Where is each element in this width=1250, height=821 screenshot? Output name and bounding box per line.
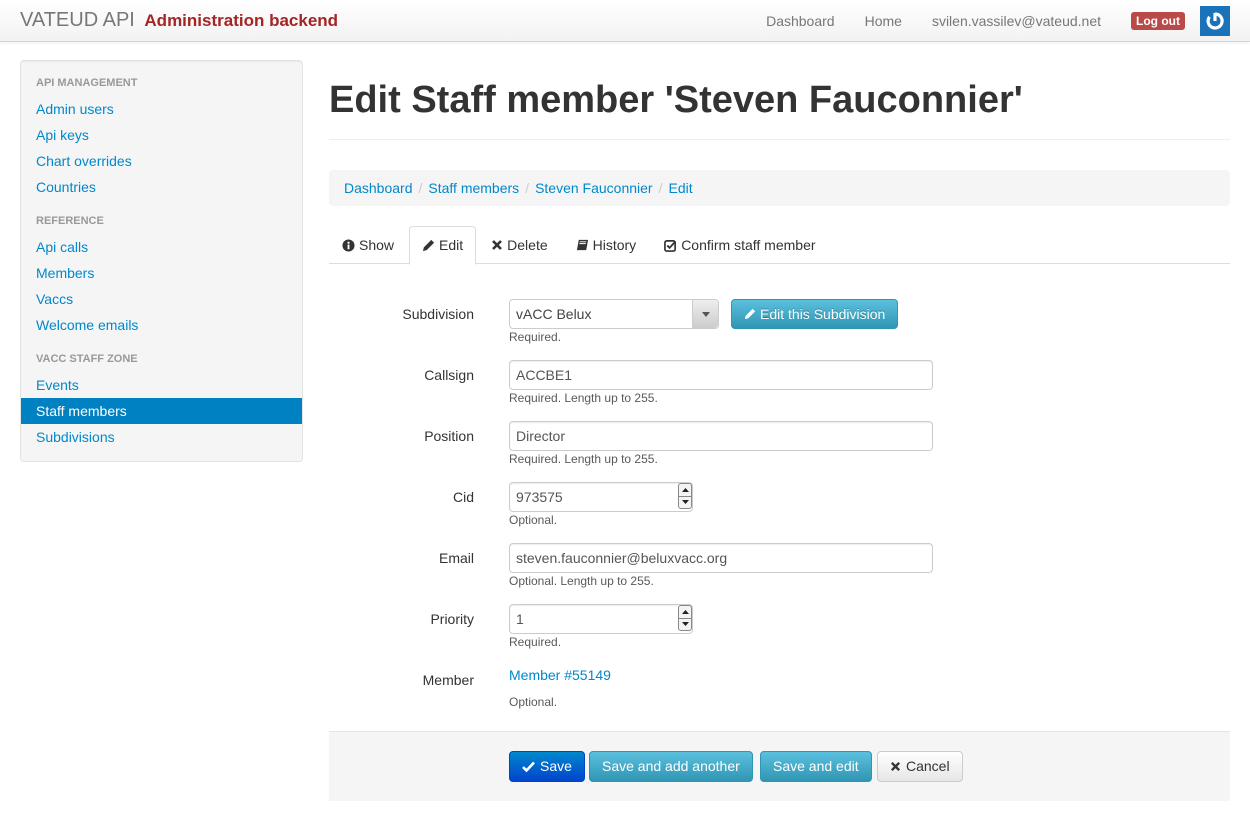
breadcrumb-edit[interactable]: Edit bbox=[668, 180, 692, 196]
email-input[interactable] bbox=[509, 543, 933, 573]
sidebar-item-admin-users[interactable]: Admin users bbox=[21, 96, 302, 122]
main-content: Edit Staff member 'Steven Fauconnier' Da… bbox=[329, 60, 1230, 265]
tab-delete-label: Delete bbox=[507, 236, 548, 253]
subdivision-label: Subdivision bbox=[402, 306, 474, 322]
position-help: Required. Length up to 255. bbox=[509, 452, 658, 466]
tab-show[interactable]: Show bbox=[329, 226, 407, 264]
save-and-add-another-label: Save and add another bbox=[602, 758, 740, 774]
breadcrumb-separator: / bbox=[418, 180, 423, 196]
sidebar-header-api-management: API MANAGEMENT bbox=[36, 77, 138, 89]
form-actions: Save Save and add another Save and edit … bbox=[329, 731, 1230, 801]
chevron-down-icon[interactable] bbox=[692, 300, 718, 328]
sidebar-header-reference: REFERENCE bbox=[36, 215, 104, 227]
power-icon[interactable] bbox=[1200, 6, 1230, 36]
field-subdivision: Subdivision vACC Belux Edit this Subdivi… bbox=[329, 299, 1230, 344]
sidebar-item-api-keys[interactable]: Api keys bbox=[21, 122, 302, 148]
cancel-label: Cancel bbox=[906, 758, 950, 774]
callsign-help: Required. Length up to 255. bbox=[509, 391, 658, 405]
times-icon bbox=[492, 240, 503, 250]
tab-confirm-label: Confirm staff member bbox=[681, 236, 816, 253]
check-square-icon bbox=[664, 239, 677, 252]
brand[interactable]: VATEUD API Administration backend bbox=[20, 9, 338, 32]
priority-help: Required. bbox=[509, 635, 562, 649]
cid-field bbox=[509, 482, 693, 512]
logout-button[interactable]: Log out bbox=[1131, 12, 1185, 30]
pencil-icon bbox=[744, 308, 756, 320]
breadcrumb: Dashboard / Staff members / Steven Fauco… bbox=[329, 170, 1230, 206]
pencil-icon bbox=[422, 239, 435, 252]
breadcrumb-separator: / bbox=[525, 180, 530, 196]
callsign-label: Callsign bbox=[424, 367, 474, 383]
priority-stepper[interactable] bbox=[678, 605, 692, 631]
save-and-edit-label: Save and edit bbox=[773, 758, 859, 774]
tab-edit[interactable]: Edit bbox=[409, 226, 477, 265]
sidebar-item-vaccs[interactable]: Vaccs bbox=[21, 286, 302, 312]
breadcrumb-dashboard[interactable]: Dashboard bbox=[344, 180, 413, 196]
cid-help: Optional. bbox=[509, 513, 558, 527]
sidebar-item-events[interactable]: Events bbox=[21, 372, 302, 398]
cid-label: Cid bbox=[452, 489, 474, 505]
stepper-down-icon[interactable] bbox=[679, 495, 691, 509]
sidebar-item-subdivisions[interactable]: Subdivisions bbox=[21, 424, 302, 450]
sidebar-item-members[interactable]: Members bbox=[21, 260, 302, 286]
tab-confirm-staff-member[interactable]: Confirm staff member bbox=[651, 226, 828, 264]
email-help: Optional. Length up to 255. bbox=[509, 574, 654, 588]
nav-home-link[interactable]: Home bbox=[850, 1, 917, 41]
save-and-add-another-button[interactable]: Save and add another bbox=[589, 751, 753, 782]
breadcrumb-staff-members[interactable]: Staff members bbox=[428, 180, 519, 196]
brand-name[interactable]: VATEUD API bbox=[20, 9, 135, 31]
tab-history[interactable]: History bbox=[563, 226, 650, 264]
save-label: Save bbox=[540, 758, 572, 774]
callsign-input[interactable] bbox=[509, 360, 933, 390]
email-label: Email bbox=[438, 550, 474, 566]
sidebar-nav: API MANAGEMENT Admin users Api keys Char… bbox=[20, 60, 303, 462]
cid-stepper[interactable] bbox=[678, 483, 692, 509]
priority-input[interactable] bbox=[509, 604, 693, 634]
save-and-edit-button[interactable]: Save and edit bbox=[760, 751, 872, 782]
sidebar-item-chart-overrides[interactable]: Chart overrides bbox=[21, 148, 302, 174]
tab-show-label: Show bbox=[359, 236, 395, 253]
subdivision-help: Required. bbox=[509, 330, 562, 344]
nav-dashboard-link[interactable]: Dashboard bbox=[751, 1, 850, 41]
stepper-down-icon[interactable] bbox=[679, 617, 691, 631]
subdivision-value: vACC Belux bbox=[516, 306, 592, 322]
tab-edit-label: Edit bbox=[439, 237, 464, 253]
page-title: Edit Staff member 'Steven Fauconnier' bbox=[329, 60, 1230, 140]
priority-label: Priority bbox=[430, 611, 474, 627]
times-icon bbox=[890, 761, 901, 772]
sidebar-item-staff-members[interactable]: Staff members bbox=[21, 398, 302, 424]
save-button[interactable]: Save bbox=[509, 751, 585, 782]
edit-subdivision-button[interactable]: Edit this Subdivision bbox=[731, 299, 899, 329]
breadcrumb-separator: / bbox=[658, 180, 663, 196]
member-help: Optional. bbox=[509, 695, 558, 709]
sidebar-item-countries[interactable]: Countries bbox=[21, 174, 302, 200]
book-icon bbox=[576, 239, 588, 250]
user-email: svilen.vassilev@vateud.net bbox=[931, 13, 1102, 29]
subdivision-select[interactable]: vACC Belux bbox=[509, 299, 719, 329]
position-label: Position bbox=[424, 428, 474, 444]
edit-subdivision-label: Edit this Subdivision bbox=[760, 306, 886, 322]
position-input[interactable] bbox=[509, 421, 933, 451]
check-icon bbox=[522, 761, 535, 772]
info-circle-icon bbox=[342, 238, 355, 252]
cancel-button[interactable]: Cancel bbox=[877, 751, 963, 782]
breadcrumb-steven-fauconnier[interactable]: Steven Fauconnier bbox=[535, 180, 653, 196]
stepper-up-icon[interactable] bbox=[679, 606, 691, 618]
member-label: Member bbox=[422, 672, 474, 688]
priority-field bbox=[509, 604, 693, 634]
sidebar-header-vacc-staff-zone: VACC STAFF ZONE bbox=[36, 353, 138, 365]
top-navbar: VATEUD API Administration backend Dashbo… bbox=[0, 0, 1250, 42]
tab-history-label: History bbox=[592, 236, 637, 253]
sidebar-item-welcome-emails[interactable]: Welcome emails bbox=[21, 312, 302, 338]
brand-subtitle[interactable]: Administration backend bbox=[144, 11, 338, 30]
sidebar-item-api-calls[interactable]: Api calls bbox=[21, 234, 302, 260]
stepper-up-icon[interactable] bbox=[679, 484, 691, 496]
tab-delete[interactable]: Delete bbox=[478, 226, 560, 264]
member-link[interactable]: Member #55149 bbox=[509, 667, 611, 683]
cid-input[interactable] bbox=[509, 482, 693, 512]
action-tabs: Show Edit Delete History Confirm staff m… bbox=[329, 226, 1230, 265]
